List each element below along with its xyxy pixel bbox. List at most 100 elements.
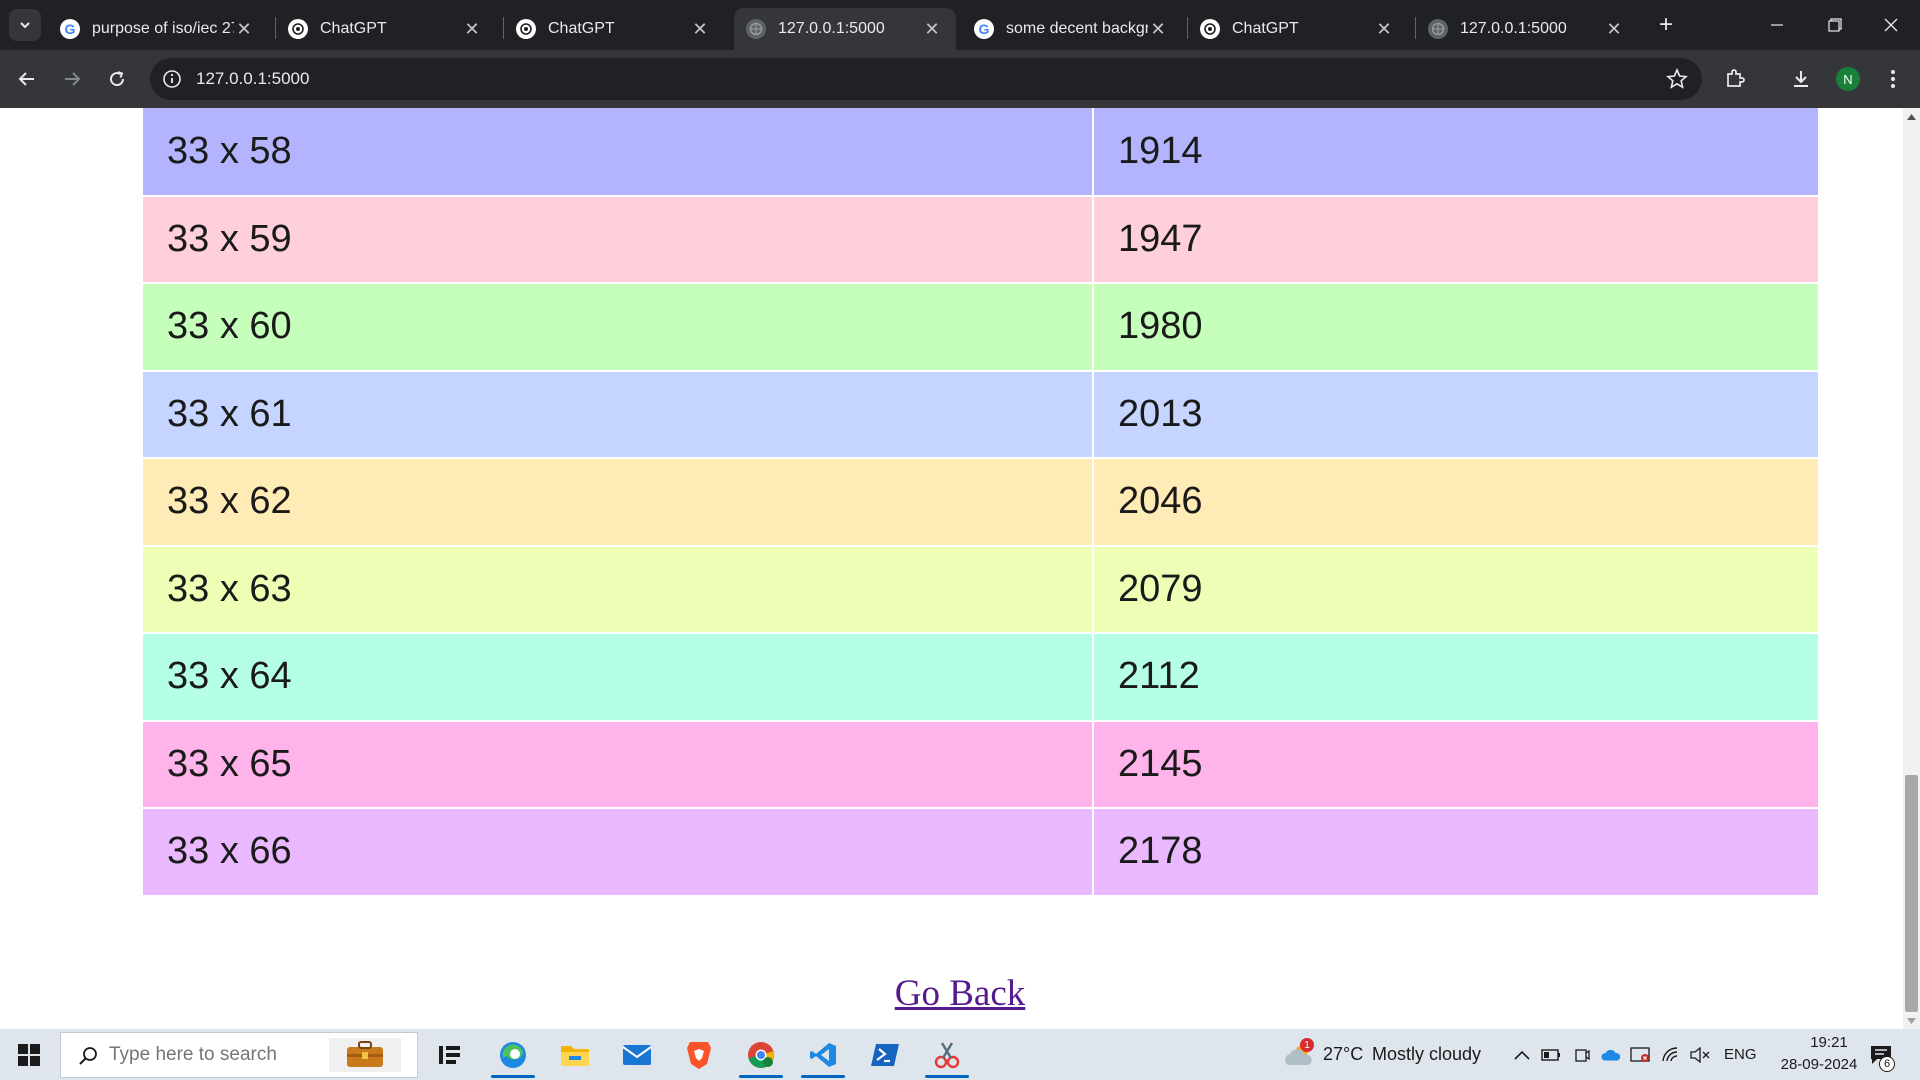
active-indicator [739,1075,783,1078]
tab-2[interactable]: ChatGPT ✕ [504,8,724,50]
close-window-icon[interactable] [1862,0,1920,50]
scroll-down-arrow-icon[interactable] [1903,1012,1920,1029]
table-row: 33 x 63 2079 [143,545,1818,634]
wifi-icon[interactable] [1661,1045,1681,1065]
table-row: 33 x 64 2112 [143,633,1818,722]
tab-close-icon[interactable]: ✕ [922,19,942,39]
bookmark-star-icon[interactable] [1666,67,1688,95]
result-cell: 2145 [1093,720,1818,809]
tab-5[interactable]: ChatGPT ✕ [1188,8,1408,50]
chatgpt-icon [1200,19,1220,39]
weather-condition[interactable]: Mostly cloudy [1372,1044,1481,1065]
expression-cell: 33 x 66 [143,808,1094,897]
tab-title: 127.0.0.1:5000 [1460,20,1567,37]
scroll-up-arrow-icon[interactable] [1903,108,1920,125]
windows-start-icon[interactable] [0,1029,58,1080]
result-cell: 1980 [1093,283,1818,372]
page-viewport: 33 x 58 1914 33 x 59 1947 33 x 60 1980 33 x 61… [0,108,1920,1029]
snipping-tool-icon[interactable] [919,1029,975,1080]
battery-icon[interactable] [1541,1045,1561,1065]
url-input[interactable] [196,58,1596,100]
chatgpt-icon [516,19,536,39]
mail-icon[interactable] [609,1029,665,1080]
extensions-puzzle-icon[interactable] [1719,63,1751,95]
clock-time[interactable]: 19:21 [1791,1034,1867,1051]
tab-title: ChatGPT [548,20,615,37]
security-icon[interactable] [1630,1045,1650,1065]
tab-search-button[interactable] [9,9,41,41]
tab-title: some decent backgro [1006,20,1148,37]
site-info-icon[interactable] [162,69,182,94]
forward-arrow-icon[interactable] [56,63,88,95]
windows-taskbar: 1 27°C Mostly cloudy ENG 19:21 28-09-202… [0,1029,1920,1080]
globe-icon [746,19,766,39]
expression-cell: 33 x 58 [143,108,1094,197]
more-menu-icon[interactable] [1877,63,1909,95]
tab-close-icon[interactable]: ✕ [1148,19,1168,39]
tab-4[interactable]: G some decent backgro ✕ [962,8,1182,50]
table-row: 33 x 60 1980 [143,283,1818,372]
result-cell: 2112 [1093,633,1818,722]
reload-icon[interactable] [101,63,133,95]
new-tab-plus-icon[interactable]: + [1652,11,1680,39]
tab-3-active[interactable]: 127.0.0.1:5000 ✕ [734,8,956,50]
tab-strip: G purpose of iso/iec 27 ✕ ChatGPT ✕ Chat… [0,0,1920,50]
expression-cell: 33 x 62 [143,458,1094,547]
tab-close-icon[interactable]: ✕ [234,19,254,39]
meet-now-icon[interactable] [1572,1045,1592,1065]
restore-icon[interactable] [1806,0,1864,50]
onedrive-cloud-icon[interactable] [1601,1045,1621,1065]
task-view-icon[interactable] [422,1029,478,1080]
back-arrow-icon[interactable] [11,63,43,95]
tab-close-icon[interactable]: ✕ [462,19,482,39]
chatgpt-icon [288,19,308,39]
minimize-icon[interactable] [1748,0,1806,50]
result-cell: 1914 [1093,108,1818,197]
tab-close-icon[interactable]: ✕ [690,19,710,39]
tab-title: ChatGPT [1232,20,1299,37]
profile-avatar[interactable]: N [1836,67,1860,91]
tab-1[interactable]: ChatGPT ✕ [276,8,496,50]
google-icon: G [974,19,994,39]
tab-0[interactable]: G purpose of iso/iec 27 ✕ [48,8,268,50]
expression-cell: 33 x 65 [143,720,1094,809]
briefcase-icon[interactable] [329,1038,401,1072]
chevron-down-icon [20,22,30,29]
weather-alert-badge: 1 [1300,1038,1314,1052]
download-icon[interactable] [1785,63,1817,95]
clock-date[interactable]: 28-09-2024 [1769,1056,1869,1073]
show-hidden-icons-chevron-icon[interactable] [1512,1045,1532,1065]
vscode-icon[interactable] [795,1029,851,1080]
result-cell: 1947 [1093,195,1818,284]
address-bar[interactable] [150,58,1702,100]
expression-cell: 33 x 60 [143,283,1094,372]
weather-temp[interactable]: 27°C [1323,1044,1363,1065]
table-row: 33 x 58 1914 [143,108,1818,197]
tab-close-icon[interactable]: ✕ [1374,19,1394,39]
scrollbar-thumb[interactable] [1905,775,1918,1012]
volume-muted-icon[interactable] [1690,1045,1710,1065]
expression-cell: 33 x 61 [143,370,1094,459]
expression-cell: 33 x 64 [143,633,1094,722]
expression-cell: 33 x 63 [143,545,1094,634]
brave-browser-icon[interactable] [671,1029,727,1080]
result-cell: 2079 [1093,545,1818,634]
go-back-container: Go Back [0,972,1920,1015]
powershell-icon[interactable] [857,1029,913,1080]
active-indicator [925,1075,969,1078]
table-row: 33 x 66 2178 [143,808,1818,897]
file-explorer-icon[interactable] [547,1029,603,1080]
tab-6[interactable]: 127.0.0.1:5000 ✕ [1416,8,1638,50]
tab-close-icon[interactable]: ✕ [1604,19,1624,39]
expression-cell: 33 x 59 [143,195,1094,284]
chrome-browser-icon[interactable] [733,1029,789,1080]
result-cell: 2178 [1093,808,1818,897]
edge-browser-icon[interactable] [485,1029,541,1080]
go-back-link[interactable]: Go Back [895,973,1026,1014]
google-icon: G [60,19,80,39]
multiplication-table: 33 x 58 1914 33 x 59 1947 33 x 60 1980 33 x 61… [143,108,1818,897]
language-indicator[interactable]: ENG [1724,1046,1757,1063]
page-scrollbar[interactable] [1903,108,1920,1029]
taskbar-search-box[interactable] [60,1032,418,1078]
tab-title: purpose of iso/iec 27 [92,20,234,37]
